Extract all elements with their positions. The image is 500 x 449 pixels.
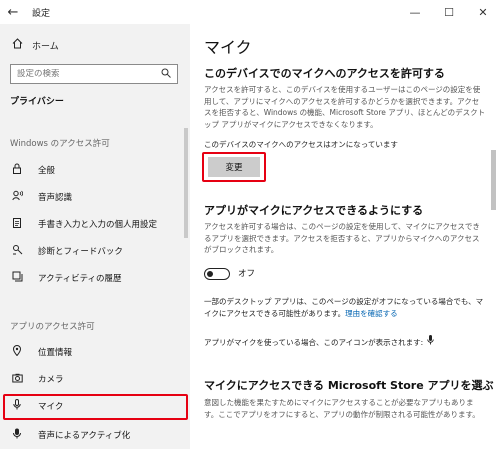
app-access-toggle[interactable]: [204, 268, 230, 280]
sidebar-item-diagnostics[interactable]: 診断とフィードバック: [10, 243, 123, 259]
minimize-button[interactable]: —: [398, 0, 432, 24]
section3-heading: マイクにアクセスできる Microsoft Store アプリを選ぶ: [204, 379, 494, 392]
voice-activation-icon: [10, 428, 24, 442]
main-scrollbar[interactable]: [491, 150, 496, 210]
section2-description: アクセスを許可する場合は、このページの設定を使用して、マイクにアクセスできるアプ…: [204, 222, 480, 254]
page-title: マイク: [204, 38, 252, 57]
mic-icon-note: アプリがマイクを使っている場合、このアイコンが表示されます:: [204, 335, 486, 349]
clipboard-icon: [10, 217, 24, 231]
camera-icon: [10, 373, 24, 386]
lock-icon: [10, 163, 24, 177]
sidebar-scrollbar[interactable]: [184, 128, 188, 238]
microphone-icon: [427, 335, 434, 349]
desktop-apps-note: 一部のデスクトップ アプリは、このページの設定がオフになっている場合でも、マイク…: [204, 296, 486, 319]
section1-heading: このデバイスでのマイクへのアクセスを許可する: [204, 67, 445, 80]
sidebar-item-home[interactable]: ホーム: [10, 38, 59, 52]
sidebar-item-label: カメラ: [38, 375, 64, 385]
section3-description: 意図した機能を果たすためにマイクにアクセスすることが必要なアプリもあります。ここ…: [204, 398, 480, 419]
search-input[interactable]: [17, 69, 147, 79]
search-box[interactable]: [10, 64, 178, 84]
section1-description: アクセスを許可すると、このデバイスを使用するユーザーはこのページの設定を使用して…: [204, 85, 486, 129]
home-icon: [10, 38, 24, 52]
back-arrow-icon: ←: [7, 4, 19, 20]
sidebar-item-location[interactable]: 位置情報: [10, 344, 72, 360]
close-button[interactable]: ✕: [466, 0, 500, 24]
sidebar-item-label: 位置情報: [38, 348, 73, 358]
back-button[interactable]: ←: [0, 0, 26, 24]
location-icon: [10, 345, 24, 359]
toggle-knob: [207, 270, 213, 277]
main-content: マイク このデバイスでのマイクへのアクセスを許可する アクセスを許可すると、この…: [190, 24, 500, 449]
mic-icon-note-text: アプリがマイクを使っている場合、このアイコンが表示されます:: [204, 338, 424, 347]
sidebar-item-camera[interactable]: カメラ: [10, 371, 64, 387]
history-icon: [10, 271, 24, 285]
minimize-icon: —: [409, 5, 421, 19]
sidebar-item-activity-history[interactable]: アクティビティの履歴: [10, 270, 122, 286]
change-button-highlight-box: [202, 152, 266, 182]
microphone-highlight-box: [3, 394, 188, 420]
sidebar-item-label: 診断とフィードバック: [38, 247, 123, 257]
sidebar-item-inking[interactable]: 手書き入力と入力の個人用設定: [10, 216, 157, 232]
maximize-icon: ☐: [444, 5, 454, 19]
sidebar: ホーム プライバシー Windows のアクセス許可 全般 音声認識 手書き入力…: [0, 24, 190, 449]
sidebar-item-voice-activation[interactable]: 音声によるアクティブ化: [10, 427, 130, 443]
app-permissions-label: アプリのアクセス許可: [10, 322, 95, 332]
window-title: 設定: [32, 8, 51, 19]
sidebar-item-label: アクティビティの履歴: [38, 274, 122, 284]
maximize-button[interactable]: ☐: [432, 0, 466, 24]
privacy-section-title: プライバシー: [10, 97, 64, 107]
feedback-icon: [10, 244, 24, 258]
sidebar-item-speech[interactable]: 音声認識: [10, 189, 72, 205]
search-icon[interactable]: [161, 68, 171, 81]
sidebar-item-label: 全般: [38, 166, 56, 176]
title-bar: ← 設定 — ☐ ✕: [0, 0, 500, 24]
home-label: ホーム: [32, 41, 59, 52]
sidebar-item-label: 手書き入力と入力の個人用設定: [38, 220, 158, 230]
section2-heading: アプリがマイクにアクセスできるようにする: [204, 204, 424, 217]
learn-why-link[interactable]: 理由を確認する: [345, 309, 398, 318]
windows-permissions-label: Windows のアクセス許可: [10, 139, 110, 149]
sidebar-item-general[interactable]: 全般: [10, 162, 55, 178]
close-icon: ✕: [478, 5, 488, 19]
toggle-state-label: オフ: [238, 269, 256, 279]
sidebar-item-label: 音声によるアクティブ化: [38, 431, 131, 441]
section1-status: このデバイスのマイクへのアクセスはオンになっています: [204, 140, 398, 149]
desktop-apps-note-text: 一部のデスクトップ アプリは、このページの設定がオフになっている場合でも、マイク…: [204, 297, 484, 318]
sidebar-item-label: 音声認識: [38, 193, 73, 203]
speech-icon: [10, 190, 24, 204]
window-controls: — ☐ ✕: [398, 0, 500, 24]
